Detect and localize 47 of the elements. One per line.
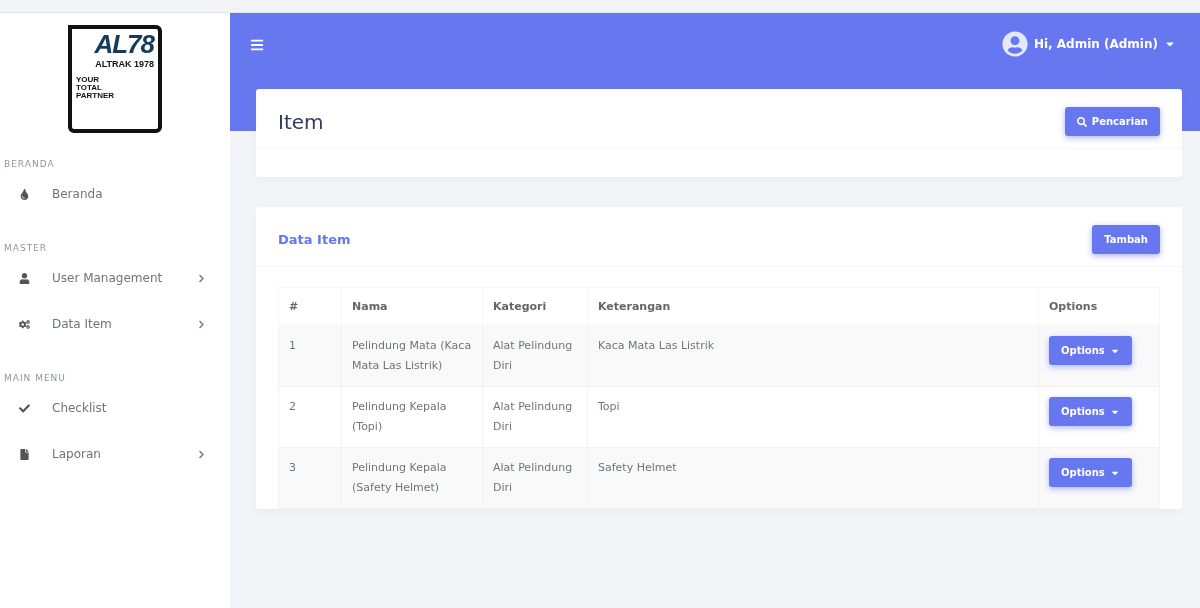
page-title: Item [278, 109, 324, 134]
chevron-icon [197, 449, 206, 459]
sidebar-item[interactable]: Checklist [0, 385, 230, 431]
table-cell: Alat Pelindung Diri [482, 386, 588, 448]
sidebar-heading: MAIN MENU [3, 373, 67, 385]
drop-icon [18, 188, 30, 200]
logo-tagline: YOUR TOTAL PARTNER [76, 76, 116, 100]
gears-icon [18, 318, 30, 330]
search-icon [1076, 116, 1087, 127]
table-cell: Kaca Mata Las Listrik [587, 325, 1039, 387]
table-cell: Topi [587, 386, 1039, 448]
sidebar-item[interactable]: Laporan [0, 431, 230, 477]
chevron-icon [197, 273, 206, 283]
sidebar-item[interactable]: Beranda [0, 171, 230, 217]
table-cell: Safety Helmet [587, 447, 1039, 509]
table-cell: Alat Pelindung Diri [482, 447, 588, 509]
sidebar-heading: BERANDA [3, 159, 56, 171]
column-header: # [278, 287, 342, 326]
options-button[interactable]: Options [1049, 397, 1132, 426]
table-cell: Pelindung Kepala (Safety Helmet) [341, 447, 483, 509]
table-cell: 1 [278, 325, 342, 387]
logo-brand: ALTRAK 1978 [95, 59, 154, 70]
sidebar-item[interactable]: User Management [0, 255, 230, 301]
menu-icon[interactable] [250, 38, 264, 52]
table-cell: Pelindung Kepala (Topi) [341, 386, 483, 448]
check-icon [18, 402, 30, 414]
options-button[interactable]: Options [1049, 458, 1132, 487]
table-cell: Pelindung Mata (Kaca Mata Las Listrik) [341, 325, 483, 387]
search-button[interactable]: Pencarian [1064, 107, 1160, 136]
user-icon [18, 272, 30, 284]
column-header: Options [1038, 287, 1160, 326]
sidebar-item[interactable]: Data Item [0, 301, 230, 347]
column-header: Nama [341, 287, 483, 326]
sidebar-heading: MASTER [3, 243, 49, 255]
column-header: Kategori [482, 287, 588, 326]
chevron-icon [197, 319, 206, 329]
table-cell: 3 [278, 447, 342, 509]
table-cell: 2 [278, 386, 342, 448]
card-title: Data Item [278, 232, 351, 247]
options-button[interactable]: Options [1049, 336, 1132, 365]
column-header: Keterangan [587, 287, 1039, 326]
avatar-icon [1001, 31, 1028, 57]
add-button[interactable]: Tambah [1092, 225, 1160, 254]
file-icon [18, 448, 30, 460]
logo-mark: AL78 [94, 29, 154, 59]
user-menu[interactable]: Hi, Admin (Admin) [1001, 31, 1176, 57]
table-cell: Alat Pelindung Diri [482, 325, 588, 387]
